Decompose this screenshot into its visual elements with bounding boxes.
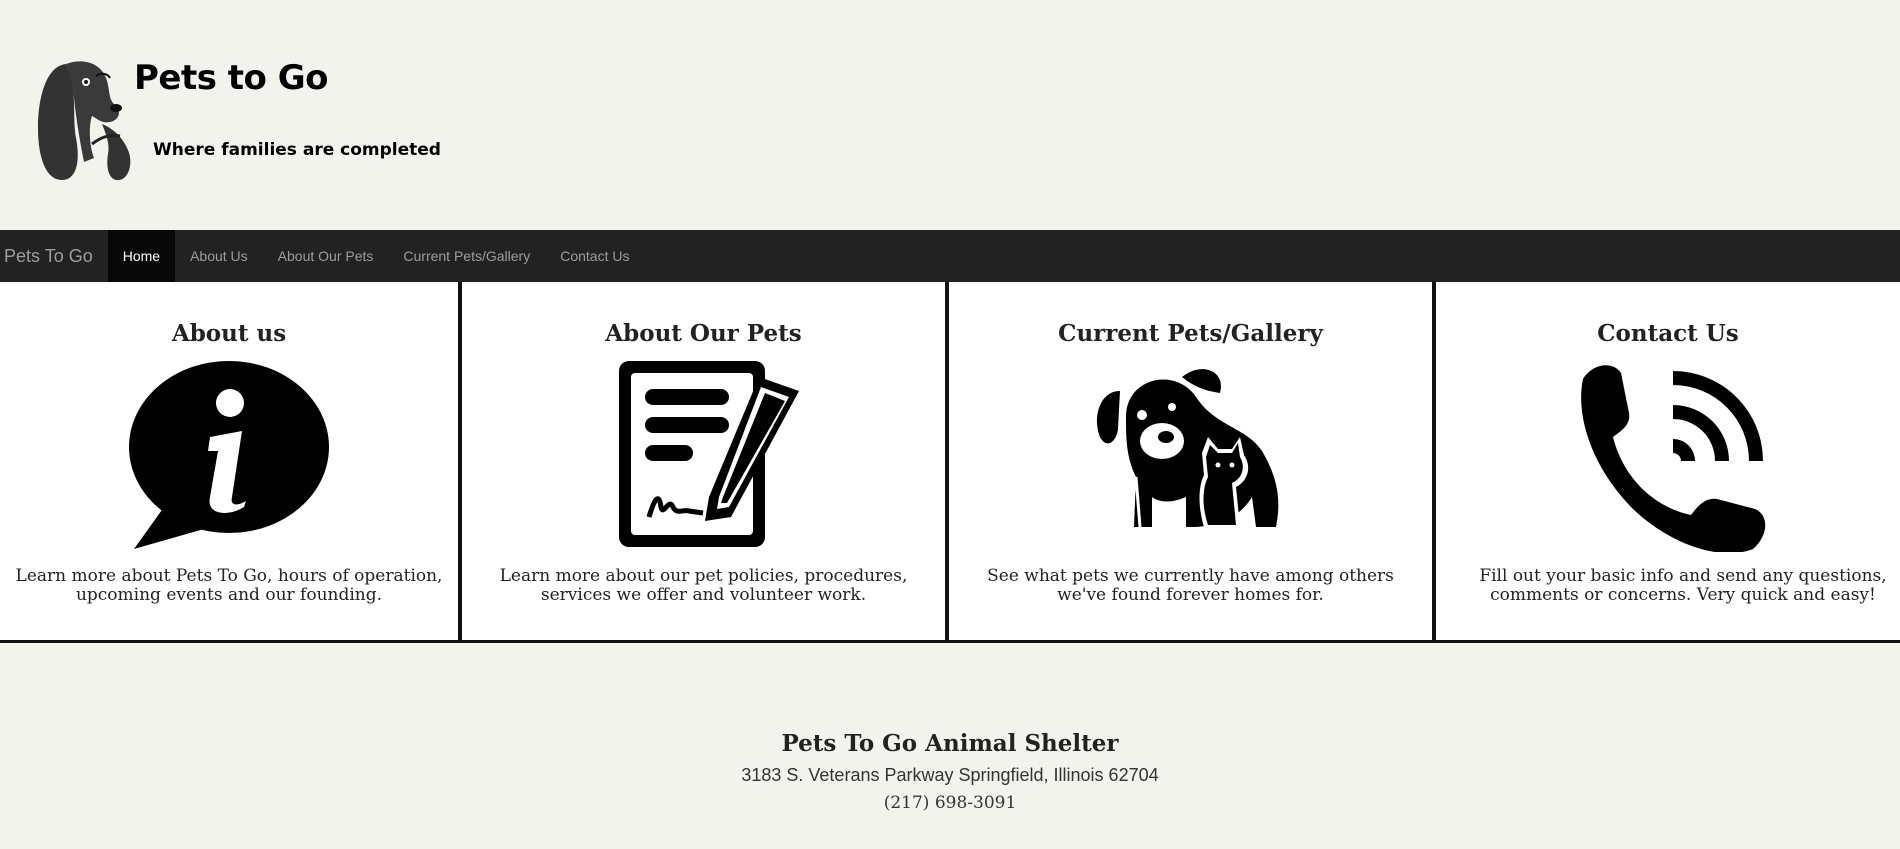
card-about-us[interactable]: About us Learn more about Pets To Go, ho… xyxy=(0,282,462,640)
site-header: Pets to Go Where families are completed xyxy=(0,0,1900,230)
phone-call-icon xyxy=(1581,365,1766,552)
footer-title: Pets To Go Animal Shelter xyxy=(781,730,1119,757)
nav-item-contact-us[interactable]: Contact Us xyxy=(545,230,644,282)
site-tagline: Where families are completed xyxy=(153,140,441,160)
nav-item-home[interactable]: Home xyxy=(107,230,176,282)
card-about-our-pets[interactable]: About Our Pets Learn more about our pet … xyxy=(462,282,949,640)
main-navbar: Pets To Go Home About Us About Our Pets … xyxy=(0,230,1900,282)
card-title: About Our Pets xyxy=(605,320,802,347)
navbar-brand-link[interactable]: Pets To Go xyxy=(0,230,108,282)
card-title: Current Pets/Gallery xyxy=(1058,320,1323,347)
site-title: Pets to Go xyxy=(134,58,329,98)
nav-item-current-pets-gallery[interactable]: Current Pets/Gallery xyxy=(388,230,545,282)
card-description: Learn more about Pets To Go, hours of op… xyxy=(15,566,443,605)
card-description: Fill out your basic info and send any qu… xyxy=(1479,566,1887,605)
card-title: Contact Us xyxy=(1597,320,1739,347)
document-signature-icon xyxy=(618,361,799,547)
footer-phone: (217) 698-3091 xyxy=(883,793,1017,813)
card-current-pets-gallery[interactable]: Current Pets/Gallery See what pets we cu… xyxy=(949,282,1436,640)
dog-and-cat-icon xyxy=(1096,369,1278,528)
site-footer: Pets To Go Animal Shelter 3183 S. Vetera… xyxy=(0,730,1900,813)
feature-cards: About us Learn more about Pets To Go, ho… xyxy=(0,282,1900,643)
card-description: Learn more about our pet policies, proce… xyxy=(499,566,908,605)
footer-address: 3183 S. Veterans Parkway Springfield, Il… xyxy=(741,765,1159,785)
card-contact-us[interactable]: Contact Us Fill out your basic info and … xyxy=(1436,282,1900,640)
nav-item-about-our-pets[interactable]: About Our Pets xyxy=(263,230,389,282)
card-description: See what pets we currently have among ot… xyxy=(987,566,1394,605)
dog-head-icon xyxy=(38,61,131,181)
nav-item-about-us[interactable]: About Us xyxy=(175,230,263,282)
info-speech-bubble-icon xyxy=(129,361,329,549)
card-title: About us xyxy=(171,320,287,347)
